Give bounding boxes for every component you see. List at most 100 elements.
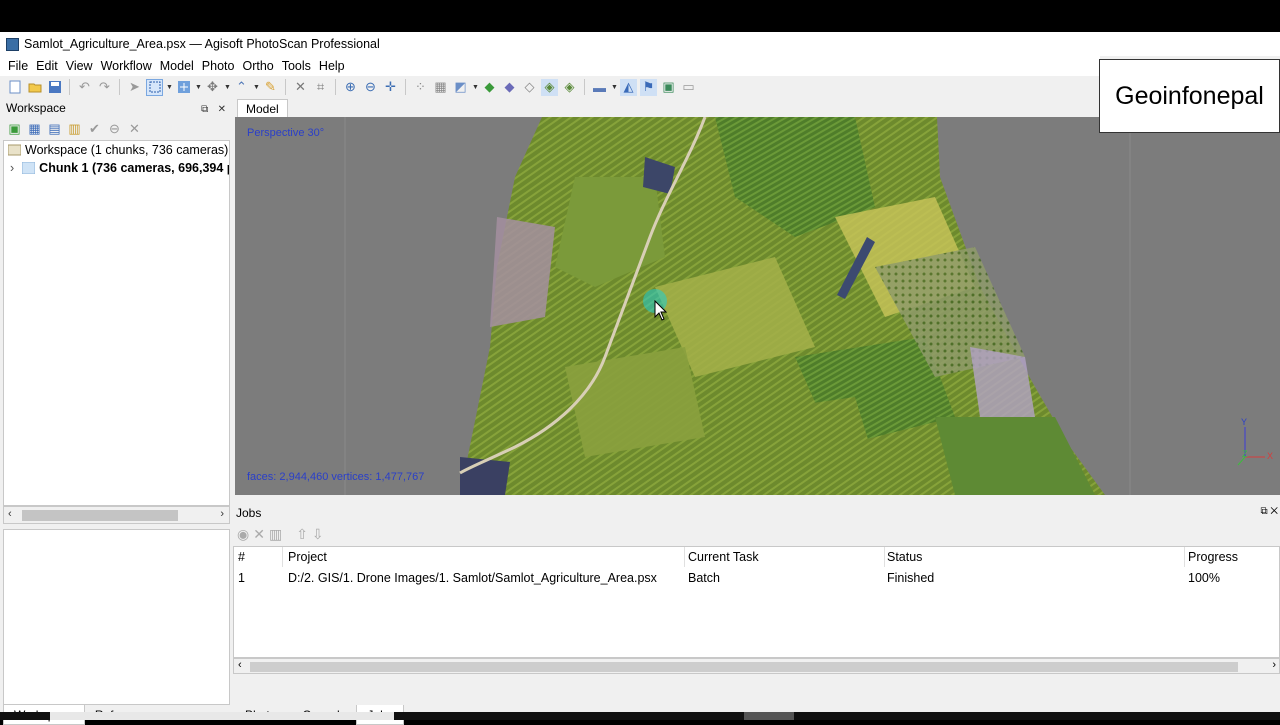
crop-icon[interactable]: ⌗	[312, 79, 329, 96]
menu-workflow[interactable]: Workflow	[97, 59, 156, 73]
navigation-icon[interactable]	[175, 79, 192, 96]
scroll-left-icon[interactable]: ‹	[238, 659, 242, 671]
pointer-icon[interactable]: ➤	[126, 79, 143, 96]
move-icon[interactable]: ✥	[204, 79, 221, 96]
jobs-table-header: # Project Current Task Status Progress	[234, 547, 1280, 567]
menu-tools[interactable]: Tools	[278, 59, 315, 73]
scrollbar-thumb[interactable]	[22, 510, 178, 521]
toolbar-divider	[119, 79, 120, 95]
toolbar-divider	[335, 79, 336, 95]
open-icon[interactable]	[26, 79, 43, 96]
disable-icon[interactable]: ⊖	[106, 121, 123, 138]
add-chunk-icon[interactable]: ▣	[6, 121, 23, 138]
model-outline-icon[interactable]: ◇	[521, 79, 538, 96]
close-panel-icon[interactable]: ✕	[1270, 506, 1278, 517]
close-panel-icon[interactable]: ✕	[218, 104, 226, 115]
new-icon[interactable]	[6, 79, 23, 96]
chevron-down-icon[interactable]: ▼	[166, 84, 173, 91]
move-down-icon[interactable]: ⇩	[312, 526, 324, 543]
menu-edit[interactable]: Edit	[32, 59, 62, 73]
scroll-left-icon[interactable]: ‹	[8, 508, 12, 520]
table-row[interactable]: 1 D:/2. GIS/1. Drone Images/1. Samlot/Sa…	[234, 568, 1280, 588]
ruler-icon[interactable]: ✎	[262, 79, 279, 96]
chunk-icon	[21, 161, 36, 175]
column-header-progress[interactable]: Progress	[1188, 550, 1238, 564]
scroll-right-icon[interactable]: ›	[220, 508, 224, 520]
menu-model[interactable]: Model	[156, 59, 198, 73]
show-region-icon[interactable]: ▭	[680, 79, 697, 96]
chevron-down-icon[interactable]: ▼	[472, 84, 479, 91]
screen-top-bar	[0, 0, 1280, 32]
add-photos-icon[interactable]: ▦	[26, 121, 43, 138]
job-status: Finished	[887, 571, 935, 585]
rectangle-select-icon[interactable]	[146, 78, 163, 96]
show-images-icon[interactable]: ▣	[660, 79, 677, 96]
model-wireframe-icon[interactable]: ◆	[501, 79, 518, 96]
enable-icon[interactable]: ✔	[86, 121, 103, 138]
redo-icon[interactable]: ↷	[96, 79, 113, 96]
job-number: 1	[238, 571, 245, 585]
show-cameras-icon[interactable]: ◭	[620, 78, 637, 96]
move-up-icon[interactable]: ⇧	[296, 526, 308, 543]
zoom-in-icon[interactable]: ⊕	[342, 79, 359, 96]
textured-icon[interactable]: ◈	[541, 78, 558, 96]
show-markers-icon[interactable]: ⚑	[640, 78, 657, 96]
orthomosaic-model[interactable]	[235, 117, 1280, 495]
toolbar-divider	[584, 79, 585, 95]
scrollbar-thumb[interactable]	[250, 662, 1238, 672]
menu-view[interactable]: View	[62, 59, 97, 73]
menu-ortho[interactable]: Ortho	[238, 59, 277, 73]
properties-pane	[3, 529, 230, 705]
menu-help[interactable]: Help	[315, 59, 349, 73]
model-solid-icon[interactable]: ◆	[481, 79, 498, 96]
axis-z-label: Z	[1242, 449, 1248, 459]
chevron-down-icon[interactable]: ▼	[195, 84, 202, 91]
menu-photo[interactable]: Photo	[198, 59, 239, 73]
reset-view-icon[interactable]: ✛	[382, 79, 399, 96]
dense-cloud-icon[interactable]: ▦	[432, 79, 449, 96]
jobs-horizontal-scrollbar[interactable]: ‹ ›	[233, 658, 1280, 674]
import-icon[interactable]: ▥	[66, 121, 83, 138]
measure-icon[interactable]: ⌃	[233, 79, 250, 96]
app-window: Samlot_Agriculture_Area.psx — Agisoft Ph…	[0, 32, 1280, 725]
toolbar-divider	[285, 79, 286, 95]
tree-row-chunk[interactable]: › Chunk 1 (736 cameras, 696,394 p	[4, 159, 229, 177]
scroll-right-icon[interactable]: ›	[1272, 659, 1276, 671]
tab-model[interactable]: Model	[237, 99, 288, 118]
chunk-label: Chunk 1 (736 cameras, 696,394 p	[39, 161, 230, 175]
column-header-num[interactable]: #	[238, 550, 245, 564]
shaded-icon[interactable]: ◩	[452, 79, 469, 96]
save-icon[interactable]	[46, 79, 63, 96]
menu-file[interactable]: File	[4, 59, 32, 73]
float-panel-icon[interactable]: ⧉	[201, 104, 208, 115]
tree-row-workspace[interactable]: Workspace (1 chunks, 736 cameras)	[4, 141, 229, 159]
add-folder-icon[interactable]: ▤	[46, 121, 63, 138]
clear-icon[interactable]: ▥	[269, 526, 282, 543]
chevron-down-icon[interactable]: ▼	[224, 84, 231, 91]
jobs-table: # Project Current Task Status Progress 1…	[233, 546, 1280, 658]
float-panel-icon[interactable]: ⧉	[1260, 506, 1267, 517]
model-viewport[interactable]: Perspective 30° faces: 2,944,460 vertice…	[235, 117, 1280, 495]
expand-arrow-icon[interactable]: ›	[10, 161, 14, 175]
points-icon[interactable]: ⁘	[412, 79, 429, 96]
main-toolbar: ↶ ↷ ➤ ▼ ▼ ✥ ▼ ⌃ ▼ ✎ ✕ ⌗ ⊕ ⊖ ✛ ⁘ ▦ ◩ ▼ ◆ …	[0, 76, 1280, 98]
pause-icon[interactable]: ◉	[237, 526, 249, 543]
taskbar-item[interactable]	[50, 712, 394, 720]
app-icon	[6, 37, 19, 51]
chevron-down-icon[interactable]: ▼	[253, 84, 260, 91]
tiled-model-icon[interactable]: ◈	[561, 79, 578, 96]
column-header-project[interactable]: Project	[288, 550, 327, 564]
column-header-status[interactable]: Status	[887, 550, 922, 564]
workspace-horizontal-scrollbar[interactable]: ‹ ›	[3, 506, 230, 524]
delete-icon[interactable]: ✕	[292, 79, 309, 96]
camera-icon[interactable]: ▬	[591, 79, 608, 96]
toolbar-divider	[69, 79, 70, 95]
axis-y-label: Y	[1241, 417, 1248, 427]
zoom-out-icon[interactable]: ⊖	[362, 79, 379, 96]
chevron-down-icon[interactable]: ▼	[611, 84, 618, 91]
taskbar-item[interactable]	[744, 712, 794, 720]
undo-icon[interactable]: ↶	[76, 79, 93, 96]
column-header-current-task[interactable]: Current Task	[688, 550, 759, 564]
remove-icon[interactable]: ✕	[126, 121, 143, 138]
remove-job-icon[interactable]: ✕	[253, 526, 265, 543]
